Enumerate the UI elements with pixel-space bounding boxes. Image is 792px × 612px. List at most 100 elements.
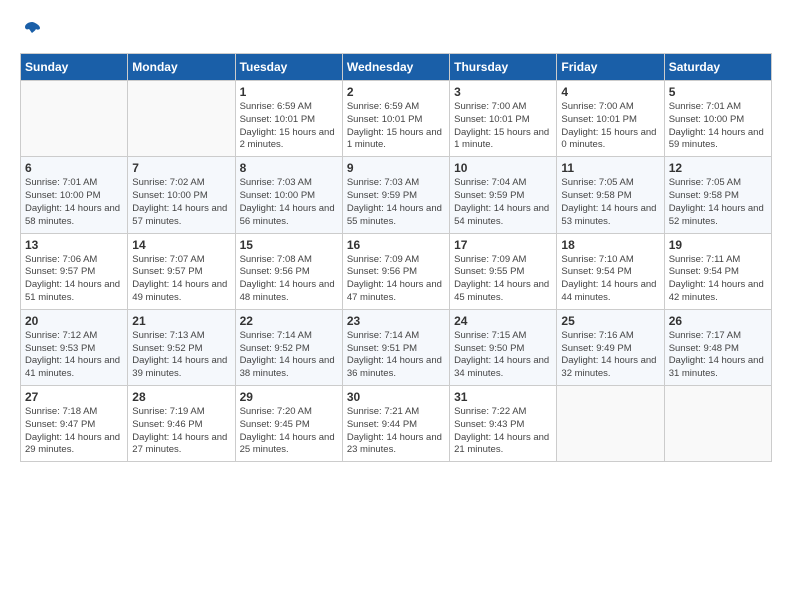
calendar-cell: 9 Sunrise: 7:03 AM Sunset: 9:59 PM Daylig… [342, 157, 449, 233]
day-info: Sunrise: 7:05 AM Sunset: 9:58 PM Dayligh… [561, 177, 659, 228]
day-info: Sunrise: 7:00 AM Sunset: 10:01 PM Daylig… [561, 101, 659, 152]
day-info: Sunrise: 7:03 AM Sunset: 9:59 PM Dayligh… [347, 177, 445, 228]
logo [20, 20, 42, 45]
calendar-cell: 22Sunrise: 7:14 AM Sunset: 9:52 PM Dayli… [235, 309, 342, 385]
day-number: 24 [454, 314, 552, 328]
weekday-header-row: SundayMondayTuesdayWednesdayThursdayFrid… [21, 54, 772, 81]
calendar-cell: 20 Sunrise: 7:12 AM Sunset: 9:53 PM Dayli… [21, 309, 128, 385]
day-info: Sunrise: 7:18 AM Sunset: 9:47 PM Dayligh… [25, 406, 123, 457]
day-info: Sunrise: 7:17 AM Sunset: 9:48 PM Dayligh… [669, 330, 767, 381]
day-info: Sunrise: 7:11 AM Sunset: 9:54 PM Dayligh… [669, 254, 767, 305]
day-info: Sunrise: 7:09 AM Sunset: 9:56 PM Dayligh… [347, 254, 445, 305]
weekday-header-sunday: Sunday [21, 54, 128, 81]
calendar-table: SundayMondayTuesdayWednesdayThursdayFrid… [20, 53, 772, 462]
day-number: 27 [25, 390, 123, 404]
weekday-header-monday: Monday [128, 54, 235, 81]
calendar-cell: 8 Sunrise: 7:03 AM Sunset: 10:00 PM Dayli… [235, 157, 342, 233]
day-number: 9 [347, 161, 445, 175]
calendar-cell: 21Sunrise: 7:13 AM Sunset: 9:52 PM Dayli… [128, 309, 235, 385]
calendar-cell: 7 Sunrise: 7:02 AM Sunset: 10:00 PM Dayli… [128, 157, 235, 233]
calendar-cell: 23Sunrise: 7:14 AM Sunset: 9:51 PM Dayli… [342, 309, 449, 385]
day-info: Sunrise: 7:01 AM Sunset: 10:00 PM Daylig… [669, 101, 767, 152]
day-info: Sunrise: 6:59 AM Sunset: 10:01 PM Daylig… [347, 101, 445, 152]
day-number: 14 [132, 238, 230, 252]
day-info: Sunrise: 7:19 AM Sunset: 9:46 PM Dayligh… [132, 406, 230, 457]
calendar-cell: 10 Sunrise: 7:04 AM Sunset: 9:59 PM Dayli… [450, 157, 557, 233]
day-number: 22 [240, 314, 338, 328]
calendar-cell: 15Sunrise: 7:08 AM Sunset: 9:56 PM Dayli… [235, 233, 342, 309]
calendar-cell [557, 386, 664, 462]
calendar-cell: 14 Sunrise: 7:07 AM Sunset: 9:57 PM Dayli… [128, 233, 235, 309]
day-info: Sunrise: 7:21 AM Sunset: 9:44 PM Dayligh… [347, 406, 445, 457]
day-number: 10 [454, 161, 552, 175]
day-number: 3 [454, 85, 552, 99]
day-number: 2 [347, 85, 445, 99]
day-number: 1 [240, 85, 338, 99]
calendar-week-row: 27 Sunrise: 7:18 AM Sunset: 9:47 PM Dayli… [21, 386, 772, 462]
weekday-header-friday: Friday [557, 54, 664, 81]
weekday-header-tuesday: Tuesday [235, 54, 342, 81]
day-number: 29 [240, 390, 338, 404]
day-info: Sunrise: 7:10 AM Sunset: 9:54 PM Dayligh… [561, 254, 659, 305]
day-number: 31 [454, 390, 552, 404]
day-number: 30 [347, 390, 445, 404]
calendar-cell [128, 81, 235, 157]
day-number: 28 [132, 390, 230, 404]
day-info: Sunrise: 7:00 AM Sunset: 10:01 PM Daylig… [454, 101, 552, 152]
calendar-cell: 11 Sunrise: 7:05 AM Sunset: 9:58 PM Dayli… [557, 157, 664, 233]
day-info: Sunrise: 7:06 AM Sunset: 9:57 PM Dayligh… [25, 254, 123, 305]
calendar-week-row: 20 Sunrise: 7:12 AM Sunset: 9:53 PM Dayli… [21, 309, 772, 385]
calendar-cell [664, 386, 771, 462]
calendar-cell: 17 Sunrise: 7:09 AM Sunset: 9:55 PM Dayli… [450, 233, 557, 309]
day-number: 8 [240, 161, 338, 175]
day-info: Sunrise: 7:04 AM Sunset: 9:59 PM Dayligh… [454, 177, 552, 228]
day-number: 15 [240, 238, 338, 252]
day-number: 7 [132, 161, 230, 175]
day-number: 25 [561, 314, 659, 328]
calendar-cell: 25Sunrise: 7:16 AM Sunset: 9:49 PM Dayli… [557, 309, 664, 385]
weekday-header-thursday: Thursday [450, 54, 557, 81]
day-info: Sunrise: 7:03 AM Sunset: 10:00 PM Daylig… [240, 177, 338, 228]
day-number: 5 [669, 85, 767, 99]
day-info: Sunrise: 7:20 AM Sunset: 9:45 PM Dayligh… [240, 406, 338, 457]
calendar-cell: 18 Sunrise: 7:10 AM Sunset: 9:54 PM Dayli… [557, 233, 664, 309]
day-info: Sunrise: 7:07 AM Sunset: 9:57 PM Dayligh… [132, 254, 230, 305]
day-number: 13 [25, 238, 123, 252]
day-info: Sunrise: 7:13 AM Sunset: 9:52 PM Dayligh… [132, 330, 230, 381]
day-number: 23 [347, 314, 445, 328]
day-info: Sunrise: 7:12 AM Sunset: 9:53 PM Dayligh… [25, 330, 123, 381]
calendar-cell: 26 Sunrise: 7:17 AM Sunset: 9:48 PM Dayli… [664, 309, 771, 385]
calendar-week-row: 13 Sunrise: 7:06 AM Sunset: 9:57 PM Dayli… [21, 233, 772, 309]
calendar-cell: 19 Sunrise: 7:11 AM Sunset: 9:54 PM Dayli… [664, 233, 771, 309]
day-number: 4 [561, 85, 659, 99]
calendar-cell [21, 81, 128, 157]
day-number: 26 [669, 314, 767, 328]
day-info: Sunrise: 7:01 AM Sunset: 10:00 PM Daylig… [25, 177, 123, 228]
calendar-cell: 6Sunrise: 7:01 AM Sunset: 10:00 PM Dayli… [21, 157, 128, 233]
calendar-cell: 29 Sunrise: 7:20 AM Sunset: 9:45 PM Dayli… [235, 386, 342, 462]
calendar-cell: 2 Sunrise: 6:59 AM Sunset: 10:01 PM Dayli… [342, 81, 449, 157]
day-number: 20 [25, 314, 123, 328]
calendar-cell: 5 Sunrise: 7:01 AM Sunset: 10:00 PM Dayli… [664, 81, 771, 157]
day-number: 11 [561, 161, 659, 175]
day-number: 18 [561, 238, 659, 252]
calendar-cell: 3 Sunrise: 7:00 AM Sunset: 10:01 PM Dayli… [450, 81, 557, 157]
calendar-cell: 30 Sunrise: 7:21 AM Sunset: 9:44 PM Dayli… [342, 386, 449, 462]
day-number: 19 [669, 238, 767, 252]
calendar-cell: 16 Sunrise: 7:09 AM Sunset: 9:56 PM Dayli… [342, 233, 449, 309]
day-info: Sunrise: 7:02 AM Sunset: 10:00 PM Daylig… [132, 177, 230, 228]
day-number: 16 [347, 238, 445, 252]
calendar-cell: 12 Sunrise: 7:05 AM Sunset: 9:58 PM Dayli… [664, 157, 771, 233]
page-header [20, 20, 772, 45]
day-info: Sunrise: 7:09 AM Sunset: 9:55 PM Dayligh… [454, 254, 552, 305]
day-info: Sunrise: 7:05 AM Sunset: 9:58 PM Dayligh… [669, 177, 767, 228]
weekday-header-wednesday: Wednesday [342, 54, 449, 81]
calendar-cell: 13 Sunrise: 7:06 AM Sunset: 9:57 PM Dayli… [21, 233, 128, 309]
calendar-cell: 28 Sunrise: 7:19 AM Sunset: 9:46 PM Dayli… [128, 386, 235, 462]
weekday-header-saturday: Saturday [664, 54, 771, 81]
day-number: 12 [669, 161, 767, 175]
calendar-cell: 31Sunrise: 7:22 AM Sunset: 9:43 PM Dayli… [450, 386, 557, 462]
calendar-cell: 24Sunrise: 7:15 AM Sunset: 9:50 PM Dayli… [450, 309, 557, 385]
day-number: 17 [454, 238, 552, 252]
calendar-cell: 4 Sunrise: 7:00 AM Sunset: 10:01 PM Dayli… [557, 81, 664, 157]
